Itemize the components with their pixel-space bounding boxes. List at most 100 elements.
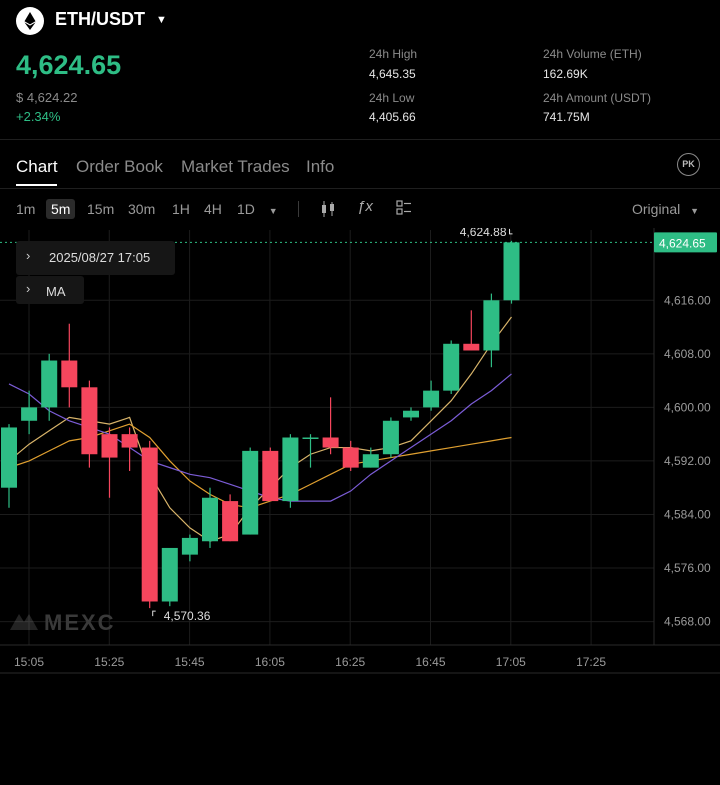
- y-tick-label: 4,592.00: [664, 454, 711, 468]
- tab-market-trades[interactable]: Market Trades: [181, 157, 290, 177]
- candle: [282, 434, 299, 508]
- timeframe-15m[interactable]: 15m: [87, 201, 114, 217]
- y-axis: 4,616.00 4,608.00 4,600.00 4,592.00 4,584.00…: [654, 232, 717, 629]
- tabs-divider: [0, 188, 720, 189]
- volume-value: 162.69K: [543, 67, 588, 81]
- high-label: 24h High: [369, 47, 418, 61]
- pair-selector[interactable]: ETH/USDT ▼: [55, 9, 167, 30]
- x-tick-label: 16:45: [415, 655, 445, 669]
- candle: [483, 293, 500, 368]
- candle-body: [21, 407, 38, 421]
- candle: [322, 397, 339, 455]
- candle: [101, 427, 118, 498]
- candle-body: [423, 390, 440, 408]
- pk-label: PK: [682, 159, 695, 169]
- tab-info[interactable]: Info: [306, 157, 334, 177]
- candle: [161, 547, 178, 607]
- timeframe-5m[interactable]: 5m: [46, 199, 76, 219]
- markers: 4,624.88 4,570.36: [152, 228, 513, 623]
- candle-body: [322, 437, 339, 448]
- watermark-text: MEXC: [44, 610, 116, 635]
- y-tick-label: 4,616.00: [664, 293, 711, 307]
- candle-body: [362, 454, 379, 468]
- high-value: 4,645.35: [369, 67, 416, 81]
- tab-chart[interactable]: Chart: [16, 157, 58, 177]
- amount-label: 24h Amount (USDT): [543, 91, 652, 105]
- x-tick-label: 17:05: [496, 655, 526, 669]
- candle-body: [483, 300, 500, 351]
- y-tick-label: 4,608.00: [664, 347, 711, 361]
- chevron-down-icon: ▼: [268, 206, 278, 216]
- header-divider: [0, 139, 720, 140]
- mexc-watermark: MEXC: [10, 610, 116, 635]
- candlestick-icon[interactable]: [320, 200, 336, 223]
- candle: [403, 407, 419, 421]
- tab-order-book[interactable]: Order Book: [76, 157, 163, 177]
- candle-body: [282, 437, 299, 502]
- candle-body: [222, 501, 239, 542]
- candle-body: [101, 434, 118, 458]
- candle: [41, 353, 58, 421]
- y-tick-label: 4,576.00: [664, 561, 711, 575]
- x-tick-label: 17:25: [576, 655, 606, 669]
- candle-body: [81, 387, 98, 455]
- chevron-right-icon: ›: [26, 248, 31, 263]
- timeframe-1h[interactable]: 1H: [172, 201, 190, 217]
- price-change: +2.34%: [16, 109, 61, 124]
- low-label: 24h Low: [369, 91, 415, 105]
- tab-chart-underline: [16, 184, 57, 186]
- candle: [262, 447, 279, 502]
- candle-body: [121, 434, 138, 448]
- datetime-text: 2025/08/27 17:05: [49, 250, 151, 265]
- ma-row[interactable]: › MA: [16, 276, 84, 304]
- pk-button[interactable]: PK: [677, 153, 700, 176]
- timeframe-30m[interactable]: 30m: [128, 201, 155, 217]
- volume-label: 24h Volume (ETH): [543, 47, 642, 61]
- candle: [181, 534, 198, 562]
- y-tick-label: 4,568.00: [664, 615, 711, 629]
- x-tick-label: 15:05: [14, 655, 44, 669]
- candle-body: [41, 360, 58, 408]
- candle-body: [382, 420, 399, 455]
- last-price-tag-text: 4,624.65: [659, 236, 706, 250]
- usd-price: $ 4,624.22: [16, 90, 78, 105]
- timeframe-1d[interactable]: 1D ▼: [237, 201, 278, 217]
- layout-settings-icon[interactable]: [396, 200, 412, 221]
- candle-body: [242, 450, 259, 535]
- timeframe-1m[interactable]: 1m: [16, 201, 35, 217]
- low-value: 4,405.66: [369, 110, 416, 124]
- candle: [242, 447, 259, 535]
- candle-body: [262, 450, 279, 502]
- high-marker-text: 4,624.88: [460, 228, 507, 239]
- datetime-row[interactable]: › 2025/08/27 17:05: [16, 241, 175, 275]
- candle-body: [181, 537, 198, 555]
- x-tick-label: 16:25: [335, 655, 365, 669]
- low-marker-text: 4,570.36: [164, 609, 211, 623]
- chevron-right-icon: ›: [26, 281, 31, 296]
- candle-body: [1, 427, 17, 488]
- candle-body: [403, 410, 419, 418]
- candle: [342, 440, 359, 471]
- last-price: 4,624.65: [16, 50, 122, 80]
- timeframe-4h[interactable]: 4H: [204, 201, 222, 217]
- eth-logo-icon: [16, 7, 44, 35]
- candle-body: [161, 547, 178, 602]
- x-axis: 15:05 15:25 15:45 16:05 16:25 16:45 17:05 17:25: [14, 655, 606, 669]
- x-tick-label: 15:25: [94, 655, 124, 669]
- indicator-fx-icon[interactable]: ƒx: [357, 198, 373, 215]
- chart-mode-select[interactable]: Original ▼: [632, 201, 699, 217]
- candle-body: [61, 360, 78, 388]
- candle-body: [503, 242, 520, 301]
- amount-value: 741.75M: [543, 110, 590, 124]
- candle: [21, 390, 38, 435]
- pair-name: ETH/USDT: [55, 9, 145, 29]
- candle: [302, 434, 319, 468]
- candle-body: [342, 447, 359, 468]
- y-tick-label: 4,584.00: [664, 507, 711, 521]
- candle: [81, 380, 98, 468]
- candle-body: [302, 437, 319, 439]
- timeframe-1d-label: 1D: [237, 201, 255, 217]
- chart-mode-label: Original: [632, 201, 681, 217]
- candlestick-chart[interactable]: MEXC 4,616.00 4,608.00 4,600.00 4,592.00 4,5…: [0, 228, 720, 683]
- candle: [1, 424, 17, 508]
